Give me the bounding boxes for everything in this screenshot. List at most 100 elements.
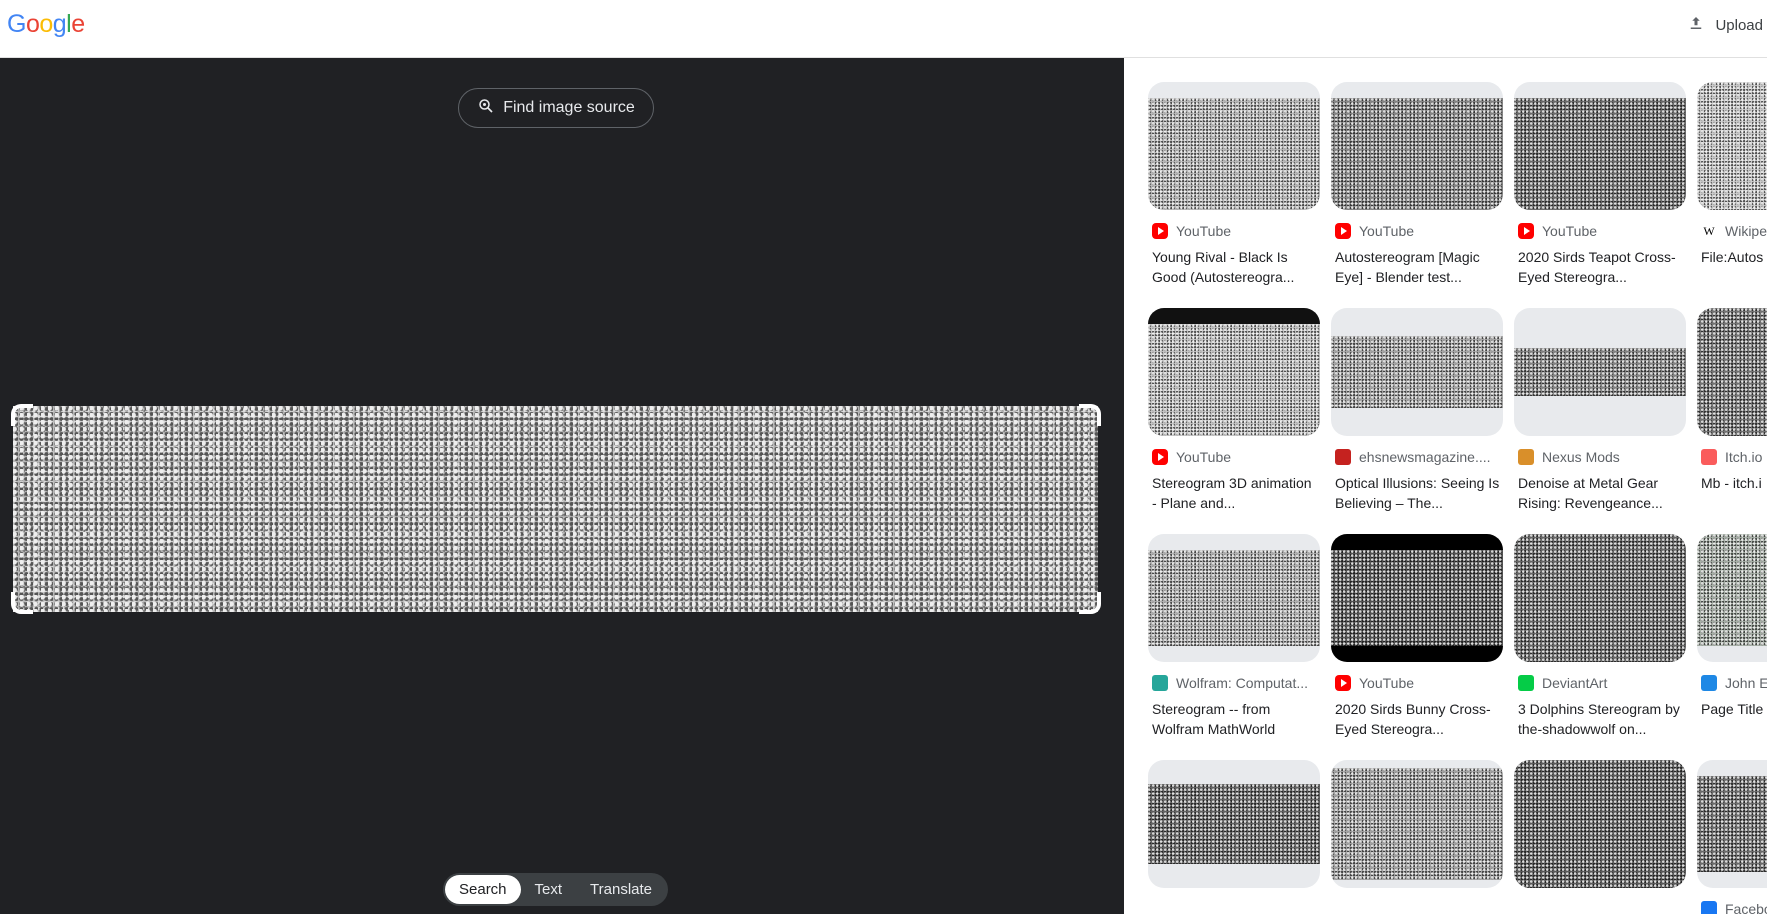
result-source[interactable]: YouTube — [1148, 449, 1320, 465]
crop-handle-top-left[interactable] — [11, 404, 33, 426]
result-source-label: YouTube — [1542, 223, 1598, 239]
result-source-label: YouTube — [1176, 449, 1232, 465]
result-title[interactable]: Autostereogram [Magic Eye] - Blender tes… — [1331, 247, 1503, 287]
upload-icon — [1687, 14, 1705, 36]
site-icon — [1701, 675, 1717, 691]
find-image-source-button[interactable]: Find image source — [458, 88, 654, 128]
result-source[interactable]: Facebo — [1697, 901, 1767, 914]
stereogram-image — [1697, 308, 1767, 436]
result-thumbnail[interactable] — [1148, 760, 1320, 888]
mode-search-tab[interactable]: Search — [445, 875, 521, 904]
result-source[interactable]: Itch.io — [1697, 449, 1767, 465]
result-source[interactable]: ehsnewsmagazine.... — [1331, 449, 1503, 465]
result-source-label: YouTube — [1359, 675, 1415, 691]
stereogram-image — [1514, 98, 1686, 210]
result-card[interactable] — [1331, 760, 1503, 909]
result-source[interactable]: YouTube — [1148, 223, 1320, 239]
upload-button[interactable]: Upload — [1687, 14, 1767, 36]
youtube-icon — [1152, 449, 1168, 465]
result-thumbnail[interactable] — [1148, 308, 1320, 436]
result-card[interactable]: YouTube 2020 Sirds Bunny Cross-Eyed Stere… — [1331, 534, 1503, 739]
result-title[interactable]: Optical Illusions: Seeing Is Believing –… — [1331, 473, 1503, 513]
wikipedia-icon: W — [1701, 223, 1717, 239]
crop-handle-bottom-left[interactable] — [11, 592, 33, 614]
result-source[interactable]: YouTube — [1331, 675, 1503, 691]
result-title[interactable]: Stereogram 3D animation - Plane and... — [1148, 473, 1320, 513]
find-image-source-label: Find image source — [503, 99, 635, 116]
result-card[interactable]: YouTube 2020 Sirds Teapot Cross-Eyed Ster… — [1514, 82, 1686, 287]
result-title[interactable]: Denoise at Metal Gear Rising: Revengeanc… — [1514, 473, 1686, 513]
stereogram-image — [1148, 784, 1320, 864]
visual-matches-panel: YouTube Young Rival - Black Is Good (Auto… — [1124, 58, 1767, 914]
result-thumbnail[interactable] — [1148, 82, 1320, 210]
google-logo[interactable]: Google — [7, 10, 85, 39]
result-source[interactable]: DeviantArt — [1514, 675, 1686, 691]
crop-handle-top-right[interactable] — [1079, 404, 1101, 426]
result-card[interactable]: Facebo — [1697, 760, 1767, 914]
image-viewer: Find image source Search Text Translate — [0, 58, 1124, 914]
result-title[interactable]: 2020 Sirds Teapot Cross-Eyed Stereogra..… — [1514, 247, 1686, 287]
itchio-icon — [1701, 449, 1717, 465]
result-card[interactable]: Itch.io Mb - itch.i — [1697, 308, 1767, 493]
mode-translate-tab[interactable]: Translate — [576, 875, 666, 904]
result-source[interactable]: W Wikipe — [1697, 223, 1767, 239]
result-card[interactable]: Nexus Mods Denoise at Metal Gear Rising: … — [1514, 308, 1686, 513]
result-thumbnail[interactable] — [1697, 760, 1767, 888]
result-title[interactable]: Young Rival - Black Is Good (Autostereog… — [1148, 247, 1320, 287]
lens-search-icon — [477, 97, 495, 120]
result-source[interactable]: Nexus Mods — [1514, 449, 1686, 465]
result-source-label: YouTube — [1176, 223, 1232, 239]
result-thumbnail[interactable] — [1697, 82, 1767, 210]
logo-letter: g — [52, 10, 67, 38]
facebook-icon — [1701, 901, 1717, 914]
result-card[interactable]: John E Page Title — [1697, 534, 1767, 719]
result-source[interactable]: YouTube — [1514, 223, 1686, 239]
logo-letter: o — [25, 10, 40, 38]
result-card[interactable] — [1148, 760, 1320, 909]
mode-text-tab[interactable]: Text — [521, 875, 577, 904]
result-thumbnail[interactable] — [1514, 308, 1686, 436]
result-card[interactable] — [1514, 760, 1686, 909]
result-thumbnail[interactable] — [1514, 534, 1686, 662]
stereogram-image — [1148, 550, 1320, 646]
result-card[interactable]: ehsnewsmagazine.... Optical Illusions: Se… — [1331, 308, 1503, 513]
result-card[interactable]: YouTube Autostereogram [Magic Eye] - Blen… — [1331, 82, 1503, 287]
result-card[interactable]: Wolfram: Computat... Stereogram -- from W… — [1148, 534, 1320, 739]
result-thumbnail[interactable] — [1514, 82, 1686, 210]
result-card[interactable]: DeviantArt 3 Dolphins Stereogram by the-s… — [1514, 534, 1686, 739]
result-thumbnail[interactable] — [1331, 534, 1503, 662]
result-thumbnail[interactable] — [1514, 760, 1686, 888]
result-title[interactable]: Page Title — [1697, 699, 1767, 719]
result-card[interactable]: YouTube Young Rival - Black Is Good (Auto… — [1148, 82, 1320, 287]
result-title[interactable]: 3 Dolphins Stereogram by the-shadowwolf … — [1514, 699, 1686, 739]
result-title[interactable]: File:Autos 2box 600x — [1697, 247, 1767, 267]
stereogram-image — [1697, 82, 1767, 210]
result-title[interactable]: Mb - itch.i — [1697, 473, 1767, 493]
result-thumbnail[interactable] — [1331, 760, 1503, 888]
ehs-icon — [1335, 449, 1351, 465]
result-title[interactable]: Stereogram -- from Wolfram MathWorld — [1148, 699, 1320, 739]
result-source[interactable]: Wolfram: Computat... — [1148, 675, 1320, 691]
result-thumbnail[interactable] — [1148, 534, 1320, 662]
stereogram-image — [1148, 98, 1320, 210]
result-thumbnail[interactable] — [1697, 308, 1767, 436]
top-bar: Google Upload — [0, 0, 1767, 58]
result-source[interactable]: John E — [1697, 675, 1767, 691]
result-source[interactable]: YouTube — [1331, 223, 1503, 239]
stereogram-image — [1331, 98, 1503, 210]
result-card[interactable]: YouTube Stereogram 3D animation - Plane a… — [1148, 308, 1320, 513]
result-card[interactable]: W Wikipe File:Autos 2box 600x — [1697, 82, 1767, 267]
crop-handle-bottom-right[interactable] — [1079, 592, 1101, 614]
result-thumbnail[interactable] — [1697, 534, 1767, 662]
result-source-label: John E — [1725, 675, 1767, 691]
result-source-label: DeviantArt — [1542, 675, 1608, 691]
youtube-icon — [1335, 675, 1351, 691]
stereogram-image — [1148, 324, 1320, 436]
wolfram-icon — [1152, 675, 1168, 691]
result-source-label: Facebo — [1725, 901, 1767, 914]
result-thumbnail[interactable] — [1331, 308, 1503, 436]
stereogram-image — [1514, 348, 1686, 396]
result-title[interactable]: 2020 Sirds Bunny Cross-Eyed Stereogra... — [1331, 699, 1503, 739]
result-thumbnail[interactable] — [1331, 82, 1503, 210]
stereogram-image — [1697, 534, 1767, 646]
